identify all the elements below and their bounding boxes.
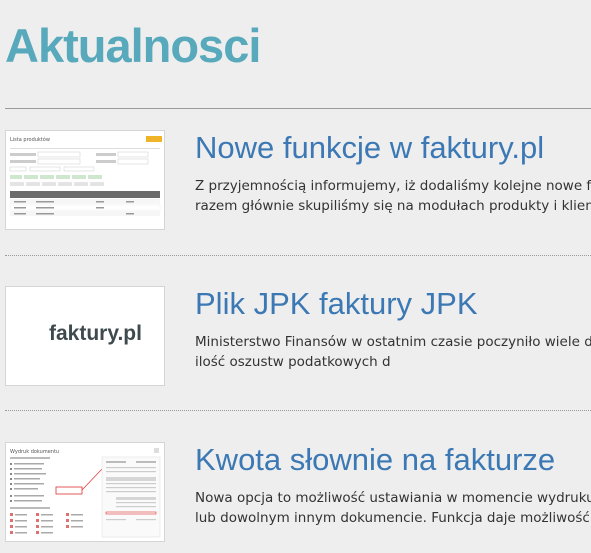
page-title: Aktualnosci xyxy=(5,19,261,72)
article-thumbnail[interactable]: faktury.pl xyxy=(5,286,165,386)
article-excerpt: Z przyjemnością informujemy, iż dodaliśm… xyxy=(195,176,591,216)
products-screenshot-image: Lista produktów xyxy=(6,131,164,229)
article-title-link[interactable]: Nowe funkcje w faktury.pl xyxy=(195,130,544,166)
faktury-logo: faktury.pl xyxy=(49,322,142,345)
excerpt-line: lub dowolnym innym dokumencie. Funkcja d… xyxy=(195,510,591,526)
thumbnail-caption: Lista produktów xyxy=(10,136,50,143)
article-excerpt: Nowa opcja to możliwość ustawiania w mom… xyxy=(195,488,591,528)
excerpt-line: razem głównie skupiliśmy się na modułach… xyxy=(195,198,591,214)
article-divider xyxy=(5,410,591,411)
excerpt-line: Nowa opcja to możliwość ustawiania w mom… xyxy=(195,490,591,506)
excerpt-line: Ministerstwo Finansów w ostatnim czasie … xyxy=(195,334,591,350)
article-divider xyxy=(5,255,591,256)
title-divider xyxy=(5,108,591,109)
article-thumbnail[interactable]: Lista produktów xyxy=(5,130,165,230)
article-item: Wydruk dokumentu Kwota słownie na faktur… xyxy=(5,442,591,542)
excerpt-line: Z przyjemnością informujemy, iż dodaliśm… xyxy=(195,178,591,194)
print-dialog-screenshot-image: Wydruk dokumentu xyxy=(6,443,164,541)
article-thumbnail[interactable]: Wydruk dokumentu xyxy=(5,442,165,542)
article-title-link[interactable]: Kwota słownie na fakturze xyxy=(195,442,555,478)
article-excerpt: Ministerstwo Finansów w ostatnim czasie … xyxy=(195,332,591,372)
article-title-link[interactable]: Plik JPK faktury JPK xyxy=(195,286,478,322)
thumbnail-caption: Wydruk dokumentu xyxy=(10,449,59,455)
article-item: faktury.pl Plik JPK faktury JPK Minister… xyxy=(5,286,591,386)
article-item: Lista produktów Nowe funkcje w faktury.p… xyxy=(5,130,591,230)
excerpt-line: ilość oszustw podatkowych d xyxy=(195,354,391,370)
